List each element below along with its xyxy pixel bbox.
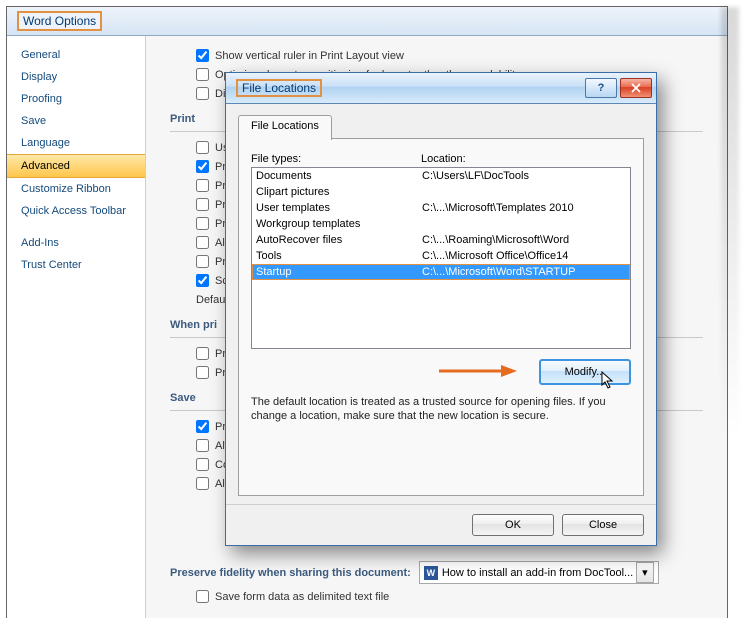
close-button[interactable]: Close xyxy=(562,514,644,536)
col-file-types: File types: xyxy=(251,153,421,165)
nav-item-add-ins[interactable]: Add-Ins xyxy=(7,232,145,254)
save-form-data-label: Save form data as delimited text file xyxy=(215,591,389,603)
location-cell: C:\...\Microsoft\Word\STARTUP xyxy=(422,266,626,278)
save-option-checkbox[interactable] xyxy=(196,439,209,452)
nav-item-quick-access-toolbar[interactable]: Quick Access Toolbar xyxy=(7,200,145,222)
annotation-arrow-icon xyxy=(439,361,519,381)
file-types-list[interactable]: DocumentsC:\Users\LF\DocToolsClipart pic… xyxy=(251,167,631,349)
display-option-checkbox[interactable] xyxy=(196,49,209,62)
nav-item-trust-center[interactable]: Trust Center xyxy=(7,254,145,276)
nav-item-save[interactable]: Save xyxy=(7,110,145,132)
word-options-titlebar: Word Options xyxy=(7,7,727,36)
fidelity-document-name: How to install an add-in from DocTool... xyxy=(442,567,633,579)
list-item[interactable]: StartupC:\...\Microsoft\Word\STARTUP xyxy=(252,264,630,280)
list-header: File types: Location: xyxy=(251,153,631,165)
when-print-option-checkbox[interactable] xyxy=(196,366,209,379)
list-item[interactable]: User templatesC:\...\Microsoft\Templates… xyxy=(252,200,630,216)
print-option-checkbox[interactable] xyxy=(196,255,209,268)
list-item[interactable]: DocumentsC:\Users\LF\DocTools xyxy=(252,168,630,184)
fidelity-row: Preserve fidelity when sharing this docu… xyxy=(170,561,703,584)
list-item[interactable]: AutoRecover filesC:\...\Roaming\Microsof… xyxy=(252,232,630,248)
file-type-cell: Documents xyxy=(256,170,422,182)
dialog-title: File Locations xyxy=(236,79,322,97)
modify-button[interactable]: Modify... xyxy=(539,359,631,385)
file-type-cell: Workgroup templates xyxy=(256,218,422,230)
window-title: Word Options xyxy=(17,11,102,31)
col-location: Location: xyxy=(421,153,466,165)
save-form-data-checkbox[interactable] xyxy=(196,590,209,603)
save-option-checkbox[interactable] xyxy=(196,458,209,471)
display-option-label: Show vertical ruler in Print Layout view xyxy=(215,50,404,62)
list-item[interactable]: ToolsC:\...\Microsoft Office\Office14 xyxy=(252,248,630,264)
location-cell: C:\...\Microsoft\Templates 2010 xyxy=(422,202,626,214)
print-option-checkbox[interactable] xyxy=(196,274,209,287)
dialog-button-row: OK Close xyxy=(226,504,656,545)
location-cell: C:\...\Roaming\Microsoft\Word xyxy=(422,234,626,246)
fidelity-document-dropdown[interactable]: W How to install an add-in from DocTool.… xyxy=(419,561,659,584)
file-locations-dialog: File Locations ? File Locations File typ… xyxy=(225,72,657,546)
display-option-checkbox[interactable] xyxy=(196,68,209,81)
save-form-data-checkbox-row: Save form data as delimited text file xyxy=(196,587,389,606)
file-type-cell: Startup xyxy=(256,266,422,278)
when-print-option-checkbox[interactable] xyxy=(196,347,209,360)
print-option-checkbox[interactable] xyxy=(196,236,209,249)
tab-panel: File types: Location: DocumentsC:\Users\… xyxy=(238,138,644,496)
close-icon[interactable] xyxy=(620,78,652,98)
nav-item-advanced[interactable]: Advanced xyxy=(7,154,145,178)
print-option-checkbox[interactable] xyxy=(196,141,209,154)
display-option-row: Show vertical ruler in Print Layout view xyxy=(196,46,703,65)
file-type-cell: AutoRecover files xyxy=(256,234,422,246)
nav-item-language[interactable]: Language xyxy=(7,132,145,154)
options-nav: GeneralDisplayProofingSaveLanguageAdvanc… xyxy=(7,36,146,618)
nav-item-customize-ribbon[interactable]: Customize Ribbon xyxy=(7,178,145,200)
file-type-cell: Clipart pictures xyxy=(256,186,422,198)
tab-file-locations[interactable]: File Locations xyxy=(238,115,332,140)
save-option-checkbox[interactable] xyxy=(196,477,209,490)
chevron-down-icon[interactable]: ▾ xyxy=(636,562,654,583)
location-cell: C:\Users\LF\DocTools xyxy=(422,170,626,182)
nav-item-display[interactable]: Display xyxy=(7,66,145,88)
fidelity-label: Preserve fidelity when sharing this docu… xyxy=(170,567,411,579)
list-item[interactable]: Clipart pictures xyxy=(252,184,630,200)
display-option-checkbox[interactable] xyxy=(196,87,209,100)
info-text: The default location is treated as a tru… xyxy=(251,395,631,423)
dialog-titlebar[interactable]: File Locations ? xyxy=(226,73,656,104)
file-type-cell: User templates xyxy=(256,202,422,214)
nav-item-proofing[interactable]: Proofing xyxy=(7,88,145,110)
nav-item-general[interactable]: General xyxy=(7,44,145,66)
list-item[interactable]: Workgroup templates xyxy=(252,216,630,232)
ok-button[interactable]: OK xyxy=(472,514,554,536)
location-cell: C:\...\Microsoft Office\Office14 xyxy=(422,250,626,262)
print-option-checkbox[interactable] xyxy=(196,179,209,192)
print-option-checkbox[interactable] xyxy=(196,198,209,211)
print-option-checkbox[interactable] xyxy=(196,160,209,173)
word-doc-icon: W xyxy=(424,566,438,580)
help-button[interactable]: ? xyxy=(585,78,617,98)
print-option-checkbox[interactable] xyxy=(196,217,209,230)
save-option-checkbox[interactable] xyxy=(196,420,209,433)
file-type-cell: Tools xyxy=(256,250,422,262)
